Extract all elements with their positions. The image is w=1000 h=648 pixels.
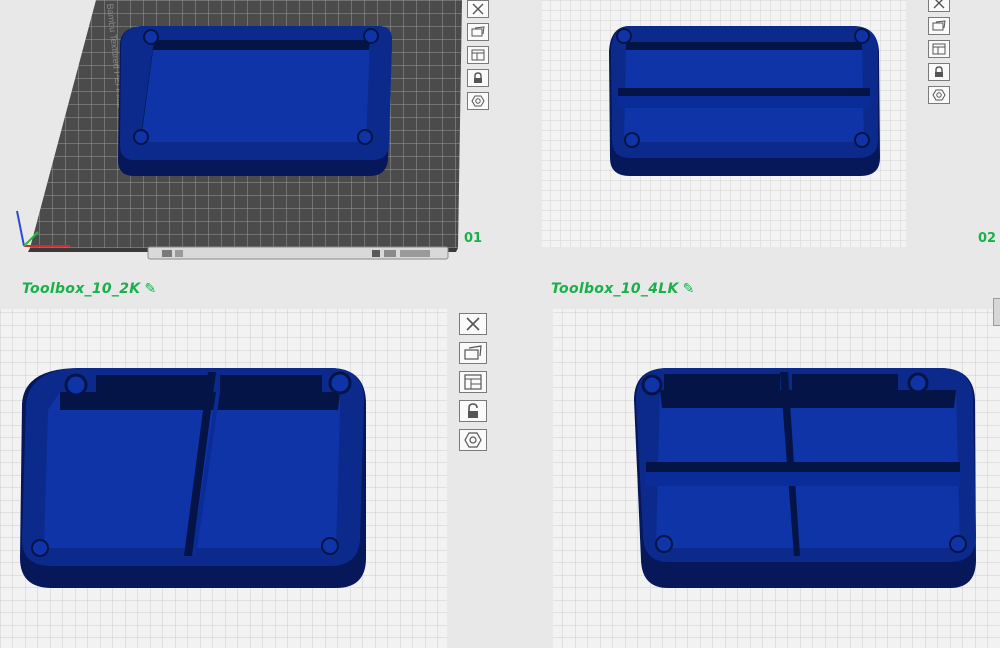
lock-open-icon (468, 403, 478, 418)
edit-name-icon[interactable]: ✎ (683, 281, 695, 297)
plate-03[interactable] (0, 309, 447, 648)
plate-02-lock-button[interactable] (928, 63, 950, 81)
plate-03-name[interactable]: Toolbox_10_2K ✎ (22, 281, 156, 297)
plate-01-toolbar (467, 0, 489, 115)
arrange-icon (471, 49, 485, 61)
tray-plate-02[interactable] (609, 26, 880, 176)
plate-02-number: 02 (978, 231, 996, 246)
plate-01-lock-button[interactable] (467, 69, 489, 87)
lock-icon (935, 66, 943, 77)
settings-icon (471, 95, 485, 107)
plate-02-settings-button[interactable] (928, 86, 950, 104)
plate-02-toolbar (928, 0, 950, 109)
plate-01-number: 01 (464, 231, 482, 246)
plate-03-remove-button[interactable] (459, 313, 487, 335)
lock-icon (474, 72, 482, 83)
auto-orient-icon (932, 20, 946, 31)
settings-icon (464, 432, 482, 448)
plate-02-orient-button[interactable] (928, 17, 950, 35)
arrange-icon (932, 43, 946, 55)
plate-03-orient-button[interactable] (459, 342, 487, 364)
settings-icon (932, 89, 946, 101)
auto-orient-icon (464, 345, 482, 360)
plate-03-name-text: Toolbox_10_2K (22, 281, 141, 297)
plate-02-remove-button[interactable] (928, 0, 950, 12)
sidebar-collapse-tab[interactable] (993, 298, 1000, 326)
auto-orient-icon (471, 26, 485, 37)
plate-03-toolbar (459, 313, 487, 458)
plate-04-name-text: Toolbox_10_4LK (551, 281, 679, 297)
edit-name-icon[interactable]: ✎ (144, 281, 156, 297)
close-icon (466, 317, 480, 331)
tray-plate-04[interactable] (634, 368, 976, 588)
plate-01-arrange-button[interactable] (467, 46, 489, 64)
axis-z (16, 210, 25, 247)
build-plates-view: Bambu Textured PEI Plate 01 02 (0, 0, 1000, 648)
plate-01[interactable]: Bambu Textured PEI Plate 01 (16, 0, 482, 260)
tray-plate-01[interactable] (118, 26, 392, 176)
plate-01-remove-button[interactable] (467, 0, 489, 18)
close-icon (933, 0, 945, 9)
plate-03-lock-button[interactable] (459, 400, 487, 422)
plate-01-orient-button[interactable] (467, 23, 489, 41)
plate-04[interactable] (553, 309, 1000, 648)
close-icon (472, 3, 484, 15)
tray-plate-03[interactable] (20, 368, 366, 588)
plate-02-arrange-button[interactable] (928, 40, 950, 58)
plate-01-settings-button[interactable] (467, 92, 489, 110)
plate-04-name[interactable]: Toolbox_10_4LK ✎ (551, 281, 695, 297)
plate-03-settings-button[interactable] (459, 429, 487, 451)
plate-03-arrange-button[interactable] (459, 371, 487, 393)
arrange-icon (464, 374, 482, 390)
